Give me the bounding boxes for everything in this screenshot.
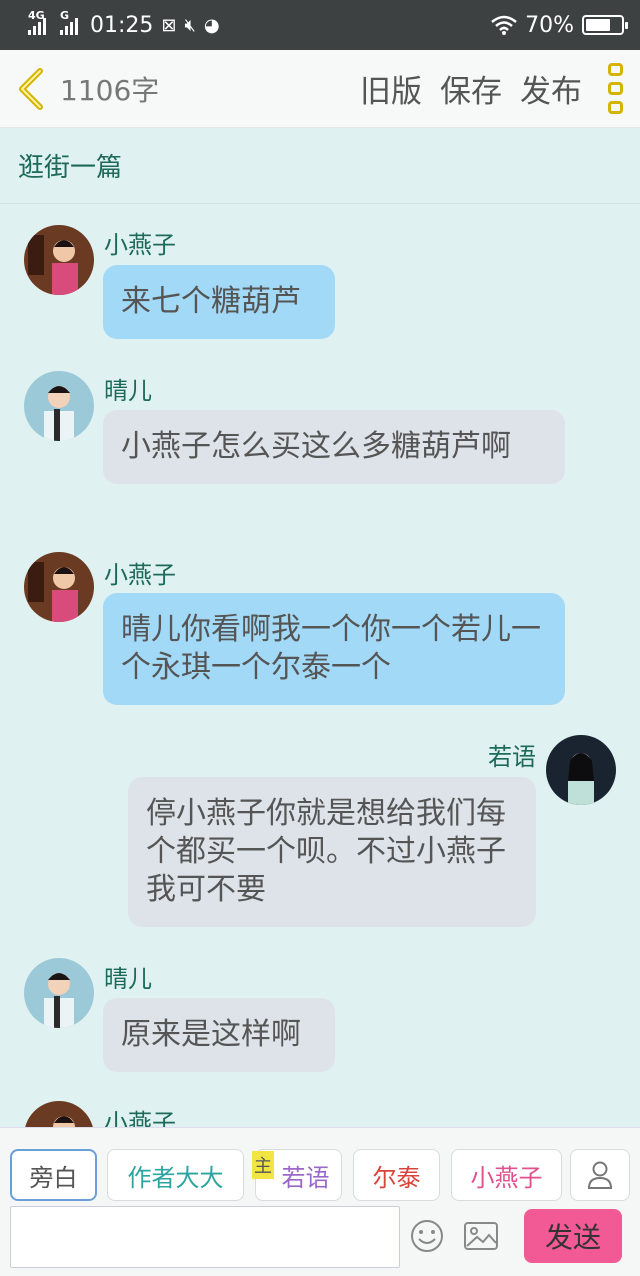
role-chip-label: 小燕子 — [470, 1163, 543, 1192]
message-bubble[interactable]: 小燕子怎么买这么多糖葫芦啊 — [103, 410, 565, 484]
save-button[interactable]: 保存 — [440, 66, 502, 111]
message-left[interactable]: 晴儿 原来是这样啊 — [0, 945, 640, 1095]
speaker-name: 若语 — [488, 743, 536, 771]
role-chip-narrator[interactable]: 旁白 — [10, 1149, 97, 1201]
signal-g-icon: G — [60, 9, 78, 35]
role-chip-author[interactable]: 作者大大 — [107, 1149, 244, 1201]
role-chip-label: 旁白 — [29, 1163, 78, 1192]
speaker-name: 晴儿 — [104, 965, 152, 993]
add-role-button[interactable] — [570, 1149, 630, 1201]
message-left[interactable]: 小燕子 — [0, 1095, 640, 1127]
no-disturb-icon: ⊠ — [161, 14, 177, 36]
word-count: 1106字 — [60, 73, 160, 107]
avatar-qinger[interactable] — [24, 958, 94, 1028]
avatar-ruoyu[interactable] — [546, 735, 616, 805]
person-icon — [587, 1161, 613, 1189]
status-bar: 4G G 01:25 ⊠ 🔇︎ ◕ 70% — [0, 0, 640, 50]
signal-4g-icon: 4G — [28, 9, 46, 35]
battery-percent: 70% — [525, 12, 574, 38]
composer-bar: 旁白 作者大大 若语 主 尔泰 小燕子 发送 — [0, 1127, 640, 1276]
message-right[interactable]: 若语 停小燕子你就是想给我们每个都买一个呗。不过小燕子我可不要 — [0, 715, 640, 945]
globe-icon: ◕ — [203, 14, 220, 36]
avatar-qinger[interactable] — [24, 371, 94, 441]
role-chip-label: 若语 — [281, 1163, 330, 1192]
role-chip-label: 作者大大 — [127, 1163, 224, 1192]
avatar-xiaoyanzi[interactable] — [24, 1101, 94, 1127]
main-role-tag: 主 — [252, 1151, 274, 1179]
message-left[interactable]: 小燕子 晴儿你看啊我一个你一个若儿一个永琪一个尔泰一个 — [0, 535, 640, 715]
more-menu-icon[interactable] — [608, 63, 626, 114]
avatar-xiaoyanzi[interactable] — [24, 552, 94, 622]
message-left[interactable]: 晴儿 小燕子怎么买这么多糖葫芦啊 — [0, 355, 640, 535]
battery-icon — [582, 15, 628, 35]
publish-button[interactable]: 发布 — [520, 66, 582, 111]
speaker-name: 小燕子 — [104, 1109, 176, 1127]
editor-header: 1106字 旧版 保存 发布 — [0, 50, 640, 128]
avatar-xiaoyanzi[interactable] — [24, 225, 94, 295]
mute-icon: 🔇︎ — [184, 14, 196, 36]
status-time: 01:25 — [90, 12, 154, 38]
message-input[interactable] — [10, 1206, 400, 1268]
message-bubble[interactable]: 来七个糖葫芦 — [103, 265, 335, 339]
wifi-icon — [491, 15, 517, 35]
speaker-name: 小燕子 — [104, 231, 176, 259]
chat-area[interactable]: 小燕子 来七个糖葫芦 晴儿 小燕子怎么买这么多糖葫芦啊 小燕子 晴儿你看啊我一个… — [0, 205, 640, 1127]
speaker-name: 晴儿 — [104, 377, 152, 405]
message-left[interactable]: 小燕子 来七个糖葫芦 — [0, 205, 640, 355]
message-bubble[interactable]: 晴儿你看啊我一个你一个若儿一个永琪一个尔泰一个 — [103, 593, 565, 705]
back-chevron-icon[interactable] — [16, 67, 50, 111]
emoji-icon[interactable] — [407, 1216, 447, 1256]
image-icon[interactable] — [461, 1216, 501, 1256]
role-chip-xiaoyanzi[interactable]: 小燕子 — [451, 1149, 562, 1201]
speaker-name: 小燕子 — [104, 561, 176, 589]
message-bubble[interactable]: 停小燕子你就是想给我们每个都买一个呗。不过小燕子我可不要 — [128, 777, 536, 927]
message-bubble[interactable]: 原来是这样啊 — [103, 998, 335, 1072]
send-button[interactable]: 发送 — [524, 1209, 622, 1263]
role-chip-label: 尔泰 — [372, 1163, 421, 1192]
role-chip-ertai[interactable]: 尔泰 — [353, 1149, 440, 1201]
old-version-button[interactable]: 旧版 — [360, 66, 422, 111]
chapter-title[interactable]: 逛街一篇 — [0, 128, 640, 204]
